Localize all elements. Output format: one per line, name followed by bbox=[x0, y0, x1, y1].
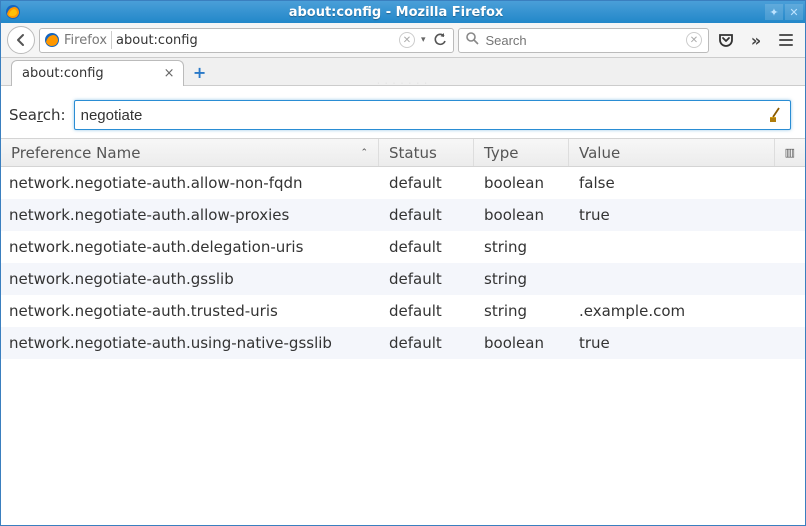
menu-button[interactable] bbox=[773, 27, 799, 53]
identity-label: Firefox bbox=[64, 33, 107, 48]
prefs-table: Preference Name⌃ Status Type Value ▥ net… bbox=[1, 138, 805, 359]
reload-button[interactable] bbox=[431, 33, 449, 47]
pocket-button[interactable] bbox=[713, 27, 739, 53]
col-type[interactable]: Type bbox=[474, 139, 569, 166]
pref-status: default bbox=[379, 302, 474, 320]
pref-status: default bbox=[379, 206, 474, 224]
pref-value: false bbox=[569, 174, 805, 192]
pref-status: default bbox=[379, 270, 474, 288]
window-titlebar: about:config - Mozilla Firefox ✦ ✕ bbox=[1, 1, 805, 23]
pref-status: default bbox=[379, 174, 474, 192]
search-icon bbox=[465, 31, 479, 49]
urlbar-history-dropdown[interactable]: ▾ bbox=[421, 35, 426, 45]
pref-type: boolean bbox=[474, 206, 569, 224]
urlbar-clear-button[interactable]: ✕ bbox=[399, 32, 415, 48]
pref-value: true bbox=[569, 206, 805, 224]
pref-status: default bbox=[379, 334, 474, 352]
clear-search-icon[interactable] bbox=[766, 106, 784, 124]
pref-name: network.negotiate-auth.using-native-gssl… bbox=[1, 334, 379, 352]
pref-type: string bbox=[474, 270, 569, 288]
tab-close-button[interactable]: × bbox=[164, 66, 175, 81]
pref-row[interactable]: network.negotiate-auth.delegation-urisde… bbox=[1, 231, 805, 263]
config-search-input[interactable] bbox=[81, 107, 766, 124]
pref-row[interactable]: network.negotiate-auth.trusted-urisdefau… bbox=[1, 295, 805, 327]
pref-type: string bbox=[474, 238, 569, 256]
pref-row[interactable]: network.negotiate-auth.allow-proxiesdefa… bbox=[1, 199, 805, 231]
config-search-row: Search: bbox=[1, 86, 805, 138]
window-close-button[interactable]: ✕ bbox=[785, 4, 803, 20]
column-picker-button[interactable]: ▥ bbox=[775, 139, 805, 166]
col-status[interactable]: Status bbox=[379, 139, 474, 166]
pref-row[interactable]: network.negotiate-auth.gsslibdefaultstri… bbox=[1, 263, 805, 295]
pref-name: network.negotiate-auth.allow-non-fqdn bbox=[1, 174, 379, 192]
new-tab-button[interactable]: + bbox=[188, 61, 212, 83]
pref-name: network.negotiate-auth.delegation-uris bbox=[1, 238, 379, 256]
prefs-table-header: Preference Name⌃ Status Type Value ▥ bbox=[1, 139, 805, 167]
pref-status: default bbox=[379, 238, 474, 256]
prefs-table-body: network.negotiate-auth.allow-non-fqdndef… bbox=[1, 167, 805, 359]
pref-type: boolean bbox=[474, 334, 569, 352]
pref-value: .example.com bbox=[569, 302, 805, 320]
url-text[interactable]: about:config bbox=[116, 33, 395, 48]
back-button[interactable] bbox=[7, 26, 35, 54]
url-bar[interactable]: Firefox about:config ✕ ▾ bbox=[39, 28, 454, 53]
about-config-content: Search: Preference Name⌃ Status Type Val… bbox=[1, 86, 805, 525]
nav-toolbar: Firefox about:config ✕ ▾ ✕ » bbox=[1, 23, 805, 58]
search-bar[interactable]: ✕ bbox=[458, 28, 709, 53]
hamburger-icon bbox=[779, 34, 793, 46]
window-minimize-button[interactable]: ✦ bbox=[765, 4, 783, 20]
config-search-label: Search: bbox=[9, 106, 66, 124]
firefox-identity-icon bbox=[44, 32, 60, 48]
tab-about-config[interactable]: about:config × bbox=[11, 60, 184, 86]
pref-row[interactable]: network.negotiate-auth.using-native-gssl… bbox=[1, 327, 805, 359]
searchbar-clear-button[interactable]: ✕ bbox=[686, 32, 702, 48]
pref-name: network.negotiate-auth.gsslib bbox=[1, 270, 379, 288]
pref-name: network.negotiate-auth.allow-proxies bbox=[1, 206, 379, 224]
pref-name: network.negotiate-auth.trusted-uris bbox=[1, 302, 379, 320]
overflow-button[interactable]: » bbox=[743, 27, 769, 53]
col-preference-name[interactable]: Preference Name⌃ bbox=[1, 139, 379, 166]
sort-ascending-icon: ⌃ bbox=[360, 148, 368, 158]
tab-strip: about:config × + : : : : : : : bbox=[1, 58, 805, 86]
search-input[interactable] bbox=[485, 33, 680, 48]
pref-value: true bbox=[569, 334, 805, 352]
identity-box[interactable]: Firefox bbox=[44, 32, 107, 48]
config-search-box[interactable] bbox=[74, 100, 791, 130]
pref-row[interactable]: network.negotiate-auth.allow-non-fqdndef… bbox=[1, 167, 805, 199]
firefox-app-icon bbox=[5, 4, 21, 20]
tab-label: about:config bbox=[22, 66, 104, 81]
pref-type: string bbox=[474, 302, 569, 320]
col-value[interactable]: Value bbox=[569, 139, 775, 166]
urlbar-separator bbox=[111, 31, 112, 49]
window-title: about:config - Mozilla Firefox bbox=[27, 5, 765, 20]
pref-type: boolean bbox=[474, 174, 569, 192]
